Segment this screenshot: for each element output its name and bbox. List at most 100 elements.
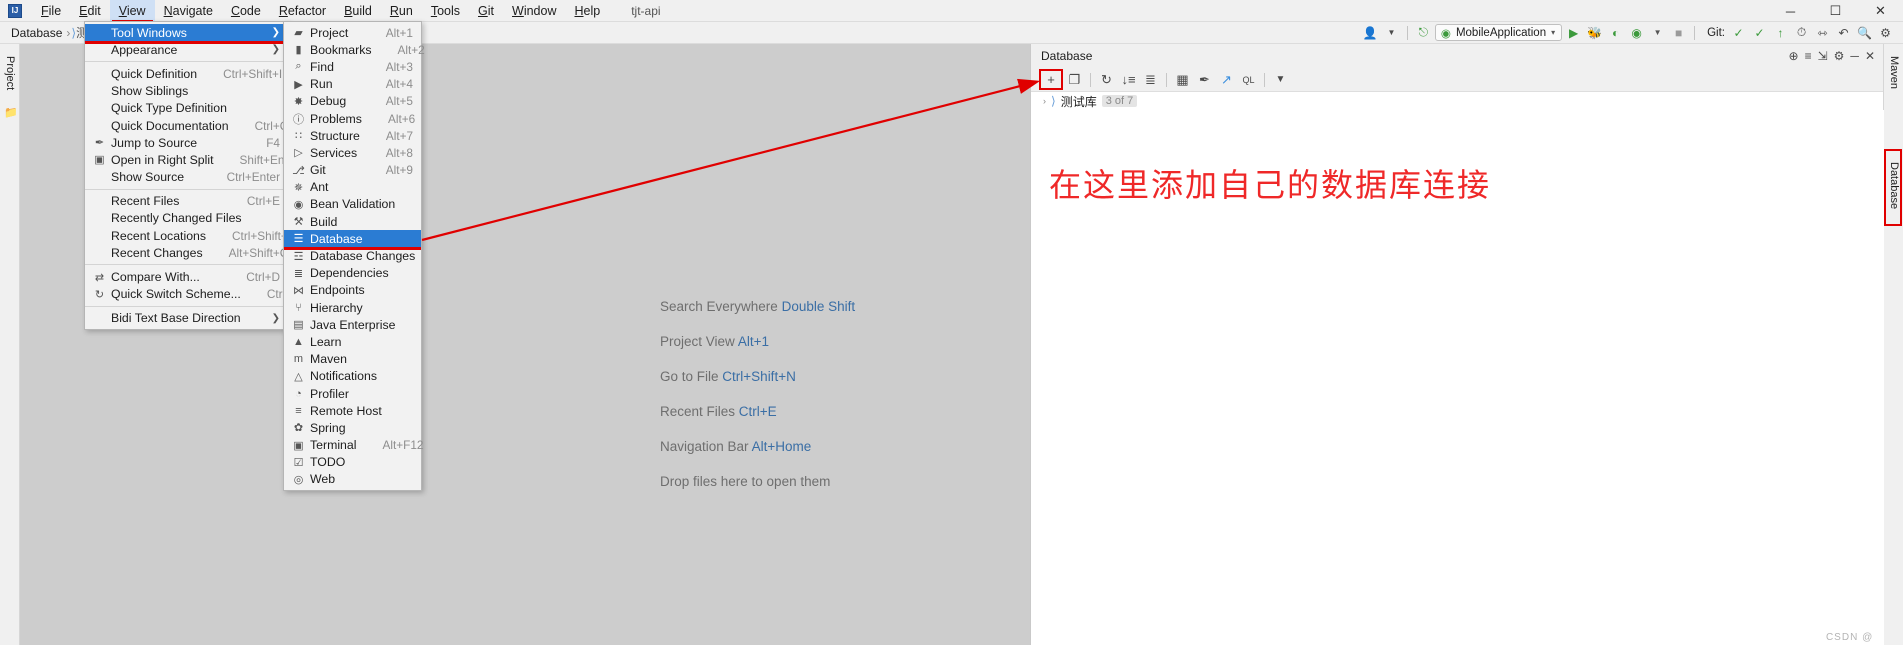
add-datasource-button[interactable]: + [1039, 69, 1063, 90]
db-connection-label[interactable]: 测试库 [1061, 93, 1097, 110]
menu-item-structure[interactable]: ∷ Structure Alt+7 [284, 127, 421, 144]
run-coverage-button[interactable]: ◐ [1606, 23, 1625, 42]
chevron-down-icon[interactable]: ▼ [1382, 23, 1401, 42]
search-everywhere-button[interactable]: 🔍 [1855, 23, 1874, 42]
menu-item-compare-with[interactable]: ⇄ Compare With... Ctrl+D [85, 268, 288, 285]
menu-item-spring[interactable]: ✿ Spring [284, 419, 421, 436]
menubar-item-run[interactable]: Run [381, 0, 422, 22]
db-help-icon[interactable]: ⊕ [1789, 49, 1799, 63]
run-button[interactable]: ▶ [1564, 23, 1583, 42]
git-commit-button[interactable]: ✓ [1750, 23, 1769, 42]
db-collapse-all-icon[interactable]: ≡ [1805, 49, 1812, 63]
maximize-button[interactable]: ☐ [1813, 0, 1858, 22]
menu-item-database[interactable]: ☰ Database [284, 230, 421, 251]
git-branch-button[interactable]: ⇿ [1813, 23, 1832, 42]
stop-button[interactable]: ■ [1669, 23, 1688, 42]
menu-item-profiler[interactable]: ◔ Profiler [284, 385, 421, 402]
menu-item-find[interactable]: ⌕ Find Alt+3 [284, 58, 421, 75]
table-editor-button[interactable]: ▦ [1172, 70, 1193, 90]
menu-item-show-siblings[interactable]: Show Siblings [85, 83, 288, 100]
sidebar-item-database[interactable]: Database [1886, 156, 1902, 215]
menubar-item-navigate[interactable]: Navigate [155, 0, 222, 22]
menubar-item-code[interactable]: Code [222, 0, 270, 22]
menu-item-appearance[interactable]: Appearance ❯ [85, 41, 288, 58]
sidebar-item-maven[interactable]: Maven [1886, 50, 1902, 95]
menu-item-project[interactable]: ▰ Project Alt+1 [284, 24, 421, 41]
menu-item-endpoints[interactable]: ⋈ Endpoints [284, 282, 421, 299]
menu-item-debug[interactable]: ✸ Debug Alt+5 [284, 93, 421, 110]
menu-item-database-changes[interactable]: ☲ Database Changes [284, 247, 421, 264]
query-console-button[interactable]: QL [1238, 70, 1259, 90]
menu-item-git[interactable]: ⎇ Git Alt+9 [284, 162, 421, 179]
menu-item-build[interactable]: ⚒ Build [284, 213, 421, 230]
menu-item-notifications[interactable]: △ Notifications [284, 368, 421, 385]
modify-button[interactable]: ✒ [1194, 70, 1215, 90]
debug-button[interactable]: 🐝 [1585, 23, 1604, 42]
menubar-item-refactor[interactable]: Refactor [270, 0, 335, 22]
git-update-button[interactable]: ✓ [1729, 23, 1748, 42]
split-icon: ▣ [94, 154, 105, 167]
menubar-item-git[interactable]: Git [469, 0, 503, 22]
menubar-item-help[interactable]: Help [565, 0, 609, 22]
refresh-button[interactable]: ↻ [1096, 70, 1117, 90]
filter-button[interactable]: ▼ [1270, 70, 1291, 90]
db-settings-icon[interactable]: ⚙ [1834, 49, 1845, 63]
db-hide-icon[interactable]: ─ [1850, 49, 1859, 63]
menu-item-java-enterprise[interactable]: ▤ Java Enterprise [284, 316, 421, 333]
chevron-right-icon[interactable]: › [1043, 96, 1046, 106]
chevron-down-icon[interactable]: ▼ [1648, 23, 1667, 42]
settings-button[interactable]: ⚙ [1876, 23, 1895, 42]
minimize-button[interactable]: ─ [1768, 0, 1813, 22]
menu-item-dependencies[interactable]: ≣ Dependencies [284, 265, 421, 282]
menu-item-maven[interactable]: m Maven [284, 351, 421, 368]
menu-item-tool-windows[interactable]: Tool Windows ❯ [85, 24, 288, 45]
run-configuration-selector[interactable]: ◉ MobileApplication ▾ [1434, 24, 1563, 41]
git-push-button[interactable]: ↑ [1771, 23, 1790, 42]
menu-item-todo[interactable]: ☑ TODO [284, 454, 421, 471]
folder-icon[interactable]: 📁 [4, 106, 18, 119]
menu-item-quick-documentation[interactable]: Quick Documentation Ctrl+Q [85, 117, 289, 134]
menubar-item-edit[interactable]: Edit [70, 0, 110, 22]
menu-item-bidi-text-base-direction[interactable]: Bidi Text Base Direction ❯ [85, 310, 288, 327]
breadcrumb-item-database[interactable]: Database [8, 26, 65, 40]
jump-to-editor-button[interactable]: ↗ [1216, 70, 1237, 90]
menu-item-problems[interactable]: ⓘ Problems Alt+6 [284, 110, 421, 127]
menu-item-quick-definition[interactable]: Quick Definition Ctrl+Shift+I [85, 65, 288, 82]
menubar-item-tools[interactable]: Tools [422, 0, 469, 22]
menu-item-hierarchy[interactable]: ⑂ Hierarchy [284, 299, 421, 316]
menu-item-recent-files[interactable]: Recent Files Ctrl+E [85, 193, 288, 210]
menu-item-quick-type-definition[interactable]: Quick Type Definition [85, 100, 288, 117]
menu-item-recently-changed-files[interactable]: Recently Changed Files [85, 210, 288, 227]
build-icon[interactable]: ⎋ [1414, 23, 1433, 42]
undo-button[interactable]: ↶ [1834, 23, 1853, 42]
sidebar-item-project[interactable]: Project [2, 50, 18, 96]
db-objects-button[interactable]: ≣ [1140, 70, 1161, 90]
sync-button[interactable]: ↓≡ [1118, 70, 1139, 90]
menu-item-remote-host[interactable]: ≡ Remote Host [284, 402, 421, 419]
duplicate-button[interactable]: ❐ [1064, 70, 1085, 90]
menu-item-bookmarks[interactable]: ▮ Bookmarks Alt+2 [284, 41, 424, 58]
menu-item-quick-switch-scheme[interactable]: ↻ Quick Switch Scheme... Ctrl+` [85, 286, 296, 303]
db-expand-icon[interactable]: ⇲ [1818, 49, 1828, 63]
profiler-button[interactable]: ◉ [1627, 23, 1646, 42]
menu-item-ant[interactable]: ✵ Ant [284, 179, 421, 196]
user-icon[interactable]: 👤 [1361, 23, 1380, 42]
menu-item-bean-validation[interactable]: ◉ Bean Validation [284, 196, 421, 213]
menu-item-terminal[interactable]: ▣ Terminal Alt+F12 [284, 437, 423, 454]
menu-item-jump-to-source[interactable]: ✒ Jump to Source F4 [85, 134, 288, 151]
menu-item-run[interactable]: ▶ Run Alt+4 [284, 76, 421, 93]
git-history-button[interactable]: ⏱ [1792, 23, 1811, 42]
menu-item-services[interactable]: ▷ Services Alt+8 [284, 144, 421, 161]
menu-item-open-in-right-split[interactable]: ▣ Open in Right Split Shift+Enter [85, 151, 298, 168]
db-close-icon[interactable]: ✕ [1865, 49, 1875, 63]
close-button[interactable]: ✕ [1858, 0, 1903, 22]
menu-item-web[interactable]: ◎ Web [284, 471, 421, 488]
menu-item-recent-changes[interactable]: Recent Changes Alt+Shift+C [85, 244, 288, 261]
menubar-item-build[interactable]: Build [335, 0, 381, 22]
menubar-item-file[interactable]: File [32, 0, 70, 22]
menu-item-show-source[interactable]: Show Source Ctrl+Enter [85, 169, 288, 186]
menubar-item-view[interactable]: View [109, 0, 155, 23]
menu-item-recent-locations[interactable]: Recent Locations Ctrl+Shift+E [85, 227, 296, 244]
menubar-item-window[interactable]: Window [503, 0, 565, 22]
menu-item-learn[interactable]: ▲ Learn [284, 333, 421, 350]
